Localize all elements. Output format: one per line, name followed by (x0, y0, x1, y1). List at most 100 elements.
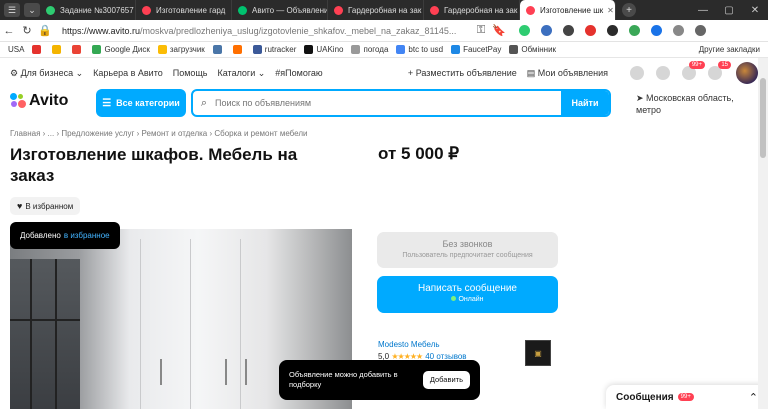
bookmark-item[interactable]: погода (351, 45, 388, 54)
tab-favicon-icon (238, 5, 247, 15)
bookmark-item[interactable]: USA (8, 45, 24, 54)
extension-icon[interactable] (541, 25, 552, 36)
favorites-link[interactable]: в избранное (64, 231, 110, 240)
other-bookmarks[interactable]: Другие закладки (699, 45, 760, 54)
bookmark-item[interactable]: FaucetPay (451, 45, 501, 54)
bookmark-icon[interactable]: 🔖 (490, 24, 508, 37)
address-bar: ← ↻ 🔒 https://www.avito.ru/moskva/predlo… (0, 20, 768, 42)
extension-icon[interactable] (563, 25, 574, 36)
minimize-icon[interactable]: — (690, 5, 716, 16)
extension-icon[interactable] (651, 25, 662, 36)
cart-icon[interactable]: 15 (708, 61, 731, 80)
extension-icon[interactable] (673, 25, 684, 36)
career-link[interactable]: Карьера в Авито (93, 68, 163, 78)
browser-tab[interactable]: Изготовление гард (136, 0, 232, 20)
bookmark-item[interactable] (52, 45, 64, 54)
lock-icon: 🔒 (38, 25, 52, 37)
price: от 5 000 ₽ (378, 144, 460, 163)
bookmark-item[interactable]: btc to usd (396, 45, 443, 54)
maximize-icon[interactable]: ▢ (716, 5, 742, 16)
bookmark-item[interactable]: Google Диск (92, 45, 150, 54)
browser-tab[interactable]: Гардеробная на зак (424, 0, 520, 20)
post-ad-link[interactable]: + Разместить объявление (408, 68, 517, 78)
bookmark-favicon-icon (32, 45, 42, 54)
business-link[interactable]: ⚙ Для бизнеса ⌄ (10, 68, 83, 79)
add-to-collection-toast: Объявление можно добавить в подборку Доб… (279, 360, 480, 400)
bookmark-item[interactable]: Обмінник (509, 45, 556, 54)
extension-icon[interactable] (629, 25, 640, 36)
browser-tab[interactable]: Гардеробная на зак (328, 0, 424, 20)
bookmark-favicon-icon (72, 45, 82, 54)
favorite-button[interactable]: ♥ В избранном (10, 197, 81, 215)
tab-favicon-icon (334, 5, 343, 15)
browser-tab[interactable]: Задание №3007657 (40, 0, 136, 20)
messages-icon[interactable]: 99+ (682, 61, 705, 80)
extension-icon[interactable] (695, 25, 706, 36)
bookmark-favicon-icon (52, 45, 62, 54)
key-icon[interactable]: ⚿ (472, 24, 490, 37)
url-field[interactable]: https://www.avito.ru/moskva/predlozheniy… (62, 26, 472, 36)
bookmark-favicon-icon (252, 45, 262, 54)
added-to-favorites-toast: Добавлено в избранное (10, 222, 120, 249)
tab-favicon-icon (526, 5, 535, 15)
tab-list-button[interactable]: ⌄ (24, 3, 40, 17)
search-icon: ⌕ (200, 96, 208, 109)
bookmark-favicon-icon (304, 45, 314, 54)
browser-tab-active[interactable]: Изготовление шк ✕ (520, 0, 616, 20)
location-selector[interactable]: ➤ Московская область, метро (636, 92, 746, 116)
extension-icon[interactable] (519, 25, 530, 36)
breadcrumb[interactable]: Главная › ... › Предложение услуг › Ремо… (10, 129, 307, 138)
bookmark-item[interactable]: UAKino (304, 45, 343, 54)
catalogs-link[interactable]: Каталоги ⌄ (218, 68, 266, 79)
seller-info: Modesto Мебель 5,0 ★★★★★ 40 отзывов (378, 340, 467, 361)
bookmark-item[interactable] (212, 45, 225, 54)
all-categories-button[interactable]: ☰ Все категории (96, 89, 186, 117)
notification-badge: 99+ (688, 61, 705, 69)
heart-icon: ♥ (17, 201, 23, 211)
no-calls-button[interactable]: Без звонков Пользователь предпочитает со… (377, 232, 558, 268)
new-tab-icon[interactable]: + (622, 3, 636, 17)
reload-icon[interactable]: ↻ (18, 24, 36, 37)
tab-favicon-icon (430, 5, 439, 15)
extension-icon[interactable] (607, 25, 618, 36)
bookmarks-bar: USA Google Диск загрузчик rutracker UAKi… (0, 42, 768, 58)
hashtag-link[interactable]: #яПомогаю (275, 68, 322, 78)
bookmark-favicon-icon (509, 45, 519, 54)
avito-logo-icon (10, 93, 26, 109)
bookmark-item[interactable]: rutracker (252, 45, 296, 54)
write-message-button[interactable]: Написать сообщение Онлайн (377, 276, 558, 313)
bookmark-favicon-icon (396, 45, 406, 54)
messenger-widget[interactable]: Сообщения 99+ ⌃ (606, 385, 768, 409)
avito-logo[interactable]: Avito (10, 92, 68, 110)
back-icon[interactable]: ← (0, 25, 18, 37)
seller-name[interactable]: Modesto Мебель (378, 340, 467, 349)
browser-tab[interactable]: Авито — Объявлени (232, 0, 328, 20)
notifications-bell-icon[interactable] (656, 66, 670, 80)
avatar[interactable] (736, 62, 758, 84)
my-ads-link[interactable]: ▤ Мои объявления (527, 68, 608, 79)
online-dot-icon (451, 296, 457, 301)
page-title: Изготовление шкафов. Мебель на заказ (10, 145, 298, 185)
bookmark-item[interactable] (72, 45, 84, 54)
messenger-badge: 99+ (677, 393, 694, 401)
chevron-up-icon[interactable]: ⌃ (749, 391, 758, 404)
site-topnav: ⚙ Для бизнеса ⌄ Карьера в Авито Помощь К… (10, 61, 758, 84)
scrollbar-thumb[interactable] (760, 78, 766, 158)
bookmark-item[interactable] (32, 45, 44, 54)
bookmark-favicon-icon (351, 45, 361, 54)
bookmark-favicon-icon (451, 45, 461, 54)
close-tab-icon[interactable]: ✕ (603, 6, 614, 15)
favorites-heart-icon[interactable] (630, 66, 644, 80)
search-input[interactable] (215, 98, 561, 108)
help-link[interactable]: Помощь (173, 68, 208, 78)
bookmark-item[interactable] (232, 45, 245, 54)
extension-icon[interactable] (585, 25, 596, 36)
browser-menu-button[interactable]: ☰ (4, 3, 20, 17)
scrollbar[interactable] (758, 58, 768, 409)
search-button[interactable]: Найти (561, 91, 609, 115)
cart-badge: 15 (718, 61, 731, 69)
seller-logo[interactable]: ▣ (525, 340, 551, 366)
close-window-icon[interactable]: ✕ (742, 5, 768, 16)
add-button[interactable]: Добавить (422, 371, 470, 389)
bookmark-item[interactable]: загрузчик (157, 45, 205, 54)
